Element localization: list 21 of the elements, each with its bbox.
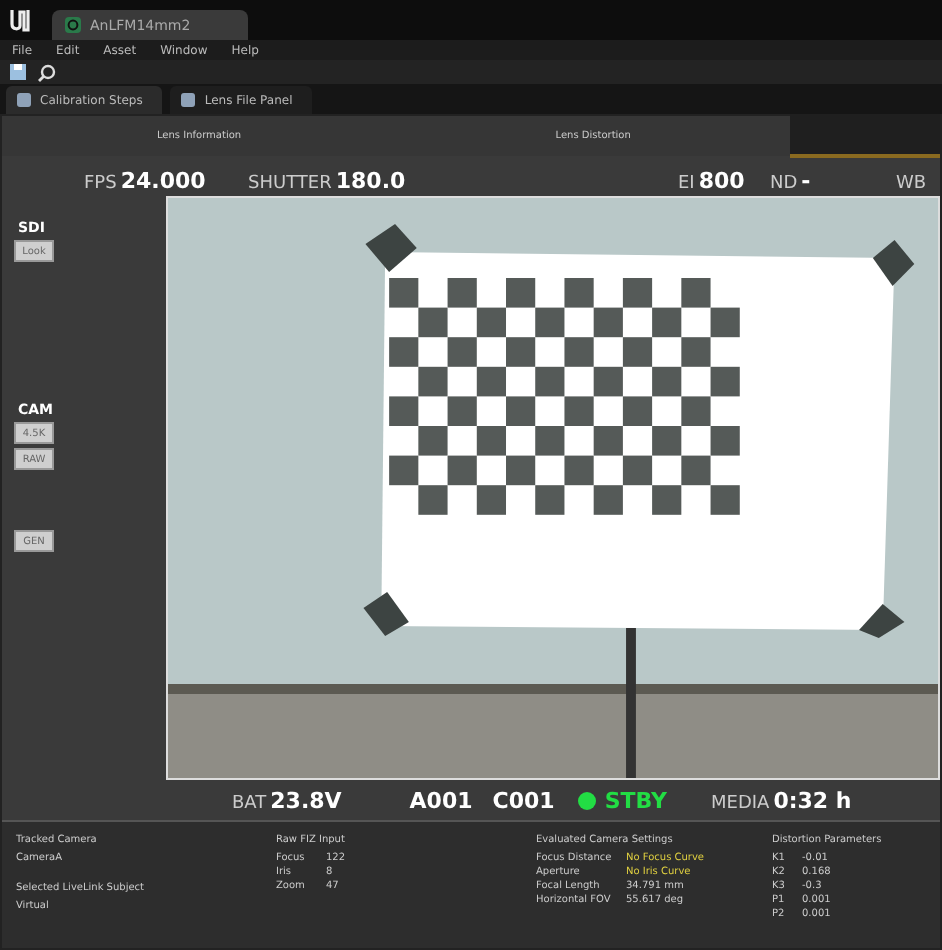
panel-icon — [16, 92, 32, 108]
hud-value: 24.000 — [120, 168, 206, 194]
hud-value: C001 — [492, 787, 555, 813]
hud-value: 0:32 h — [773, 787, 852, 813]
status-text: STBY — [604, 787, 668, 813]
logo-icon — [8, 6, 32, 34]
hud-value: - — [801, 168, 811, 194]
hud-value: A001 — [409, 787, 473, 813]
asset-icon — [64, 16, 82, 34]
hud-label: WB — [896, 174, 927, 194]
hud-label: ND — [770, 174, 798, 194]
hud-label: FPS — [84, 174, 117, 194]
panel-icon — [180, 92, 197, 108]
hud-label: EI — [678, 174, 695, 194]
hud-value: 23.8V — [270, 787, 342, 813]
hud-label: SHUTTER — [248, 174, 332, 194]
hud-label: MEDIA — [711, 793, 770, 813]
hud-value: 180.0 — [335, 168, 406, 194]
hud-label: BAT — [232, 793, 267, 813]
search-icon[interactable] — [38, 63, 56, 81]
hud-value: 800 — [698, 168, 745, 194]
